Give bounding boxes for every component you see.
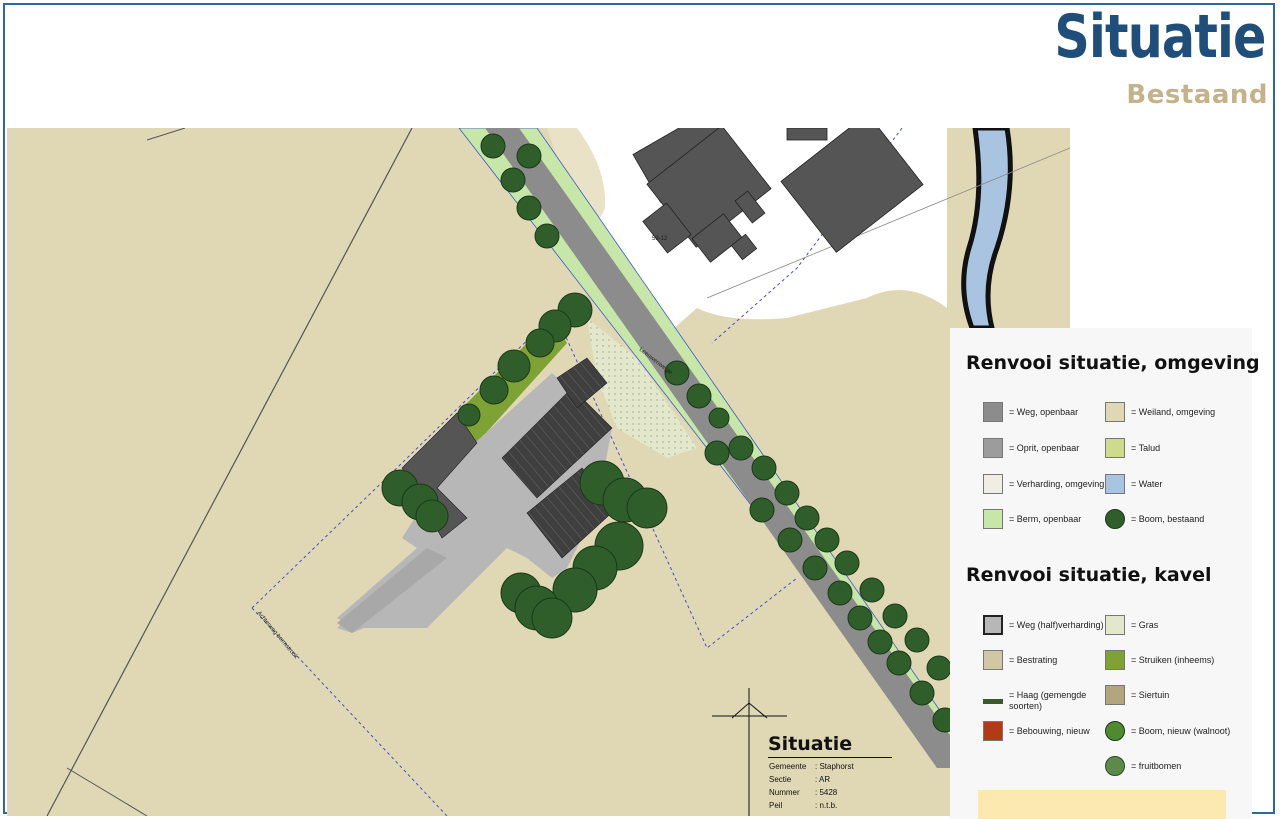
legend-item: = Berm, openbaar [983, 509, 1081, 529]
info-row-municipality: Gemeente: Staphorst [769, 762, 854, 771]
info-row-number: Nummer: 5428 [769, 788, 838, 797]
legend-item: = Oprit, openbaar [983, 438, 1079, 458]
legend-item: = Water [1105, 474, 1162, 494]
legend-env-heading: Renvooi situatie, omgeving [966, 352, 1260, 374]
legend-item: = fruitbomen [1105, 756, 1181, 776]
page-title: Situatie [1054, 2, 1267, 72]
legend-item: = Boom, nieuw (walnoot) [1105, 721, 1230, 741]
legend-item: = Bestrating [983, 650, 1057, 670]
legend-item: = Siertuin [1105, 685, 1169, 705]
situation-title: Situatie [768, 733, 892, 758]
legend-item: = Haag (gemengde soorten) [983, 690, 1099, 712]
title-block-strip [978, 790, 1226, 819]
legend-item: = Boom, bestaand [1105, 509, 1204, 529]
building-label: 53-12 [652, 236, 668, 242]
legend-item: = Bebouwing, nieuw [983, 721, 1090, 741]
legend-plot-heading: Renvooi situatie, kavel [966, 564, 1212, 586]
page-subtitle: Bestaand [1126, 80, 1268, 110]
legend-panel: Renvooi situatie, omgeving = Weg, openba… [950, 328, 1260, 819]
legend-item: = Weiland, omgeving [1105, 402, 1215, 422]
legend-item: = Talud [1105, 438, 1160, 458]
site-map: 53-12 Leeuwenwegje Achterweg bermstrook [7, 128, 1070, 816]
info-row-section: Sectie: AR [769, 775, 831, 784]
legend-item: = Verharding, omgeving [983, 474, 1104, 494]
legend-item: = Weg, openbaar [983, 402, 1078, 422]
info-row-level: Peil: n.t.b. [769, 801, 838, 810]
legend-item: = Struiken (inheems) [1105, 650, 1214, 670]
legend-item: = Weg (half)verharding) [983, 615, 1104, 635]
legend-item: = Gras [1105, 615, 1158, 635]
